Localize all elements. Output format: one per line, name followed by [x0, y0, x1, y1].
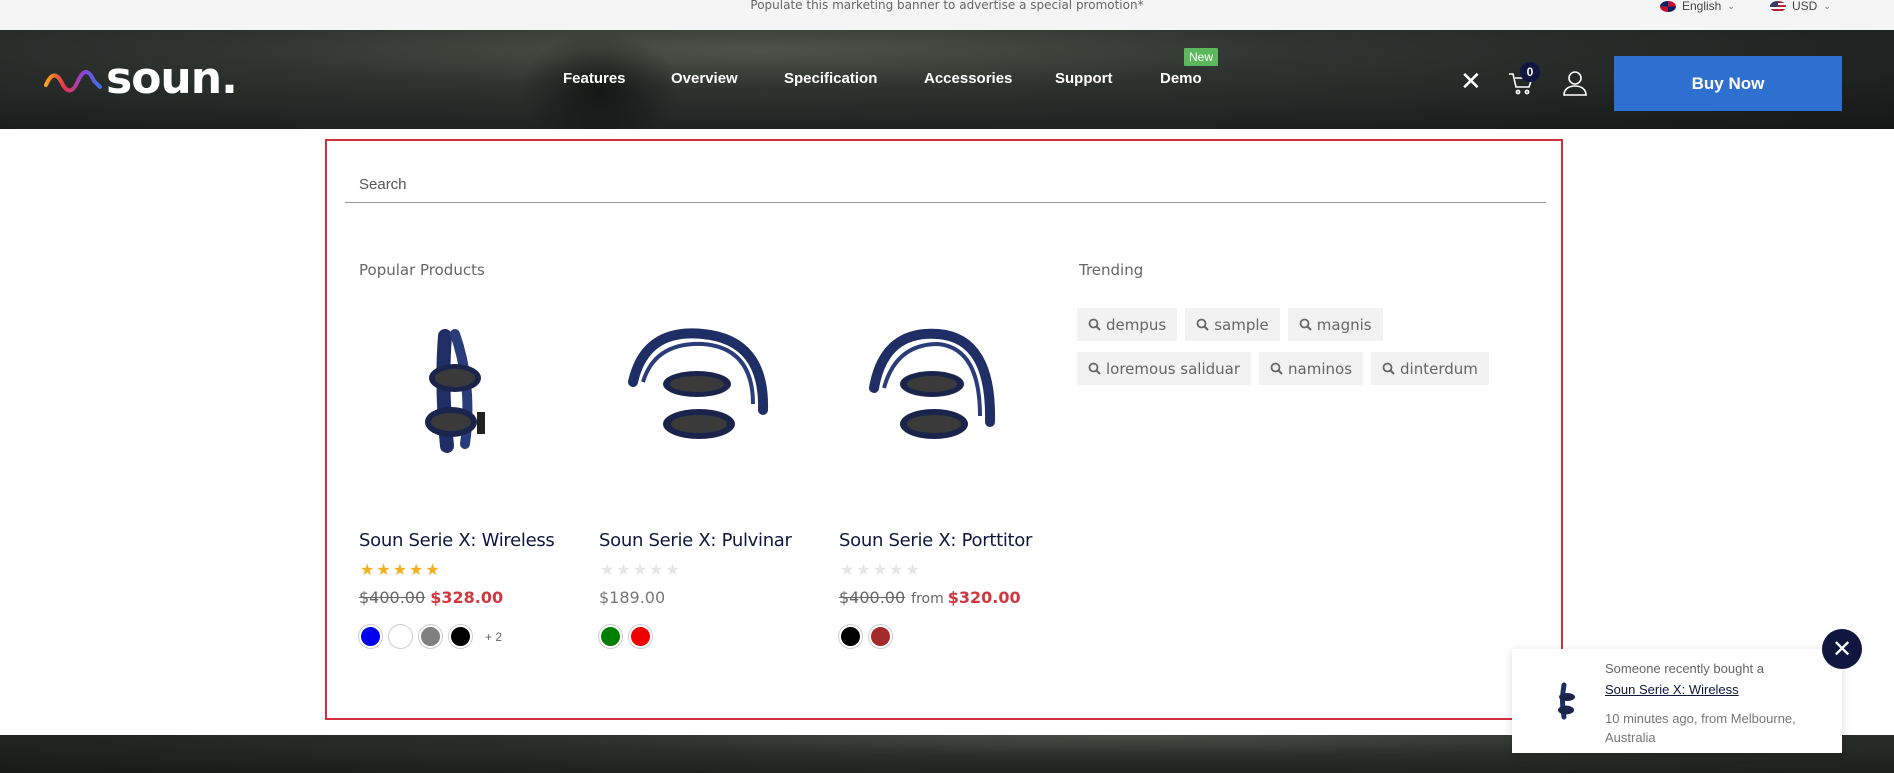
- product-price: $400.00 from $320.00: [839, 588, 1021, 607]
- product-image[interactable]: [350, 291, 560, 491]
- color-swatch-black[interactable]: [449, 625, 472, 648]
- user-account-icon[interactable]: [1562, 70, 1588, 101]
- trending-tag-label: loremous saliduar: [1106, 359, 1241, 378]
- notification-text: Someone recently bought a: [1605, 661, 1764, 676]
- uk-flag-icon: [1660, 0, 1676, 12]
- color-swatches: [839, 625, 892, 648]
- search-icon: [1088, 318, 1101, 331]
- currency-selector[interactable]: USD ⌄: [1770, 0, 1831, 13]
- trending-tag[interactable]: dinterdum: [1371, 352, 1489, 385]
- main-nav: Features Overview Specification Accessor…: [0, 70, 1894, 100]
- promo-banner: Populate this marketing banner to advert…: [0, 0, 1894, 30]
- product-card: Soun Serie X: Porttitor ★★★★★ $400.00 fro…: [830, 291, 1040, 648]
- old-price: $400.00: [359, 588, 426, 607]
- product-card: Soun Serie X: Wireless ★★★★★ $400.00 $32…: [350, 291, 560, 648]
- nav-demo[interactable]: Demo: [1160, 70, 1202, 87]
- color-swatch-green[interactable]: [599, 625, 622, 648]
- color-swatch-grey[interactable]: [419, 625, 442, 648]
- product-image[interactable]: [830, 291, 1040, 491]
- color-swatch-black[interactable]: [839, 625, 862, 648]
- language-label: English: [1682, 0, 1722, 13]
- regular-price: $189.00: [599, 588, 666, 607]
- color-swatch-blue[interactable]: [359, 625, 382, 648]
- search-icon: [1270, 362, 1283, 375]
- trending-tag[interactable]: magnis: [1287, 308, 1383, 341]
- trending-tag-label: dempus: [1106, 315, 1167, 334]
- search-icon: [1088, 362, 1101, 375]
- trending-tag-label: sample: [1214, 315, 1269, 334]
- nav-features[interactable]: Features: [563, 70, 626, 87]
- chevron-down-icon: ⌄: [1823, 0, 1831, 11]
- cart-count-badge: 0: [1520, 62, 1540, 82]
- trending-tag[interactable]: naminos: [1259, 352, 1364, 385]
- promo-text: Populate this marketing banner to advert…: [750, 0, 1144, 12]
- product-image[interactable]: [590, 291, 800, 491]
- search-icon: [1382, 362, 1395, 375]
- popular-products-title: Popular Products: [359, 261, 485, 279]
- currency-label: USD: [1792, 0, 1818, 13]
- trending-title: Trending: [1079, 261, 1144, 279]
- color-swatch-brown[interactable]: [869, 625, 892, 648]
- search-icon: [1299, 318, 1312, 331]
- trending-tag[interactable]: sample: [1185, 308, 1280, 341]
- nav-overview[interactable]: Overview: [671, 70, 738, 87]
- sale-price: $320.00: [947, 588, 1021, 607]
- chevron-down-icon: ⌄: [1727, 0, 1735, 11]
- color-swatch-red[interactable]: [629, 625, 652, 648]
- product-name[interactable]: Soun Serie X: Wireless: [359, 530, 555, 551]
- sale-price: $328.00: [430, 588, 504, 607]
- trending-tag-label: magnis: [1316, 315, 1372, 334]
- notification-time-location: 10 minutes ago, from Melbourne, Australi…: [1605, 711, 1796, 745]
- nav-accessories[interactable]: Accessories: [924, 70, 1012, 87]
- language-selector[interactable]: English ⌄: [1660, 0, 1735, 13]
- search-panel: Popular Products Trending Soun Serie X: …: [325, 139, 1563, 720]
- rating-stars: ★★★★★: [360, 562, 442, 579]
- rating-stars: ★★★★★: [840, 562, 922, 579]
- close-notification-button[interactable]: ✕: [1822, 629, 1862, 669]
- from-label: from: [911, 591, 944, 607]
- recent-purchase-popup: Someone recently bought a Soun Serie X: …: [1512, 649, 1842, 753]
- color-swatches: + 2: [359, 625, 502, 648]
- us-flag-icon: [1770, 0, 1786, 12]
- trending-tags: dempus sample magnis loremous saliduar n…: [1077, 308, 1517, 385]
- trending-tag-label: dinterdum: [1400, 359, 1478, 378]
- notification-product-link[interactable]: Soun Serie X: Wireless: [1605, 682, 1739, 697]
- new-badge: New: [1184, 48, 1219, 66]
- nav-support[interactable]: Support: [1055, 70, 1113, 87]
- search-icon: [1196, 318, 1209, 331]
- product-price: $189.00: [599, 588, 665, 607]
- product-name[interactable]: Soun Serie X: Pulvinar: [599, 530, 792, 551]
- nav-specification[interactable]: Specification: [784, 70, 877, 87]
- old-price: $400.00: [839, 588, 906, 607]
- search-input[interactable]: [345, 167, 1546, 203]
- trending-tag[interactable]: loremous saliduar: [1077, 352, 1252, 385]
- rating-stars: ★★★★★: [600, 562, 682, 579]
- more-colors-count[interactable]: + 2: [485, 630, 502, 644]
- product-price: $400.00 $328.00: [359, 588, 503, 607]
- trending-tag-label: naminos: [1288, 359, 1353, 378]
- buy-now-button[interactable]: Buy Now: [1614, 56, 1842, 111]
- color-swatches: [599, 625, 652, 648]
- notification-product-image[interactable]: [1540, 674, 1594, 728]
- product-card: Soun Serie X: Pulvinar ★★★★★ $189.00: [590, 291, 800, 648]
- close-search-icon[interactable]: ✕: [1460, 68, 1482, 94]
- close-icon: ✕: [1831, 635, 1853, 663]
- trending-tag[interactable]: dempus: [1077, 308, 1178, 341]
- product-name[interactable]: Soun Serie X: Porttitor: [839, 530, 1032, 551]
- color-swatch-white[interactable]: [389, 625, 412, 648]
